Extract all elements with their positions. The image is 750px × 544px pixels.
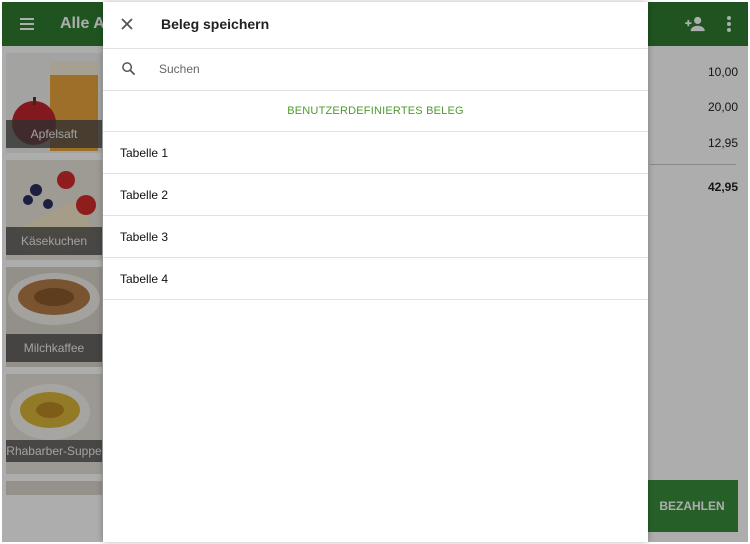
search-input[interactable] [159, 59, 619, 79]
dialog-header: Beleg speichern [103, 2, 648, 49]
table-item-label: Tabelle 1 [120, 146, 169, 160]
table-item[interactable]: Tabelle 1 [103, 132, 648, 174]
table-item-label: Tabelle 2 [120, 188, 169, 202]
save-receipt-dialog: Beleg speichern BENUTZERDEFINIERTES BELE… [103, 2, 648, 542]
search-icon [122, 62, 136, 76]
table-item[interactable]: Tabelle 2 [103, 174, 648, 216]
table-item-label: Tabelle 4 [120, 272, 169, 286]
dialog-title: Beleg speichern [161, 16, 270, 32]
table-item[interactable]: Tabelle 3 [103, 216, 648, 258]
app-window: Alle Artikel Apfelsaft Käsekuchen Milchk… [0, 0, 750, 544]
table-item-label: Tabelle 3 [120, 230, 169, 244]
table-item[interactable]: Tabelle 4 [103, 258, 648, 300]
dialog-search [103, 49, 648, 91]
close-icon[interactable] [119, 16, 135, 32]
custom-receipt-button[interactable]: BENUTZERDEFINIERTES BELEG [103, 91, 648, 132]
